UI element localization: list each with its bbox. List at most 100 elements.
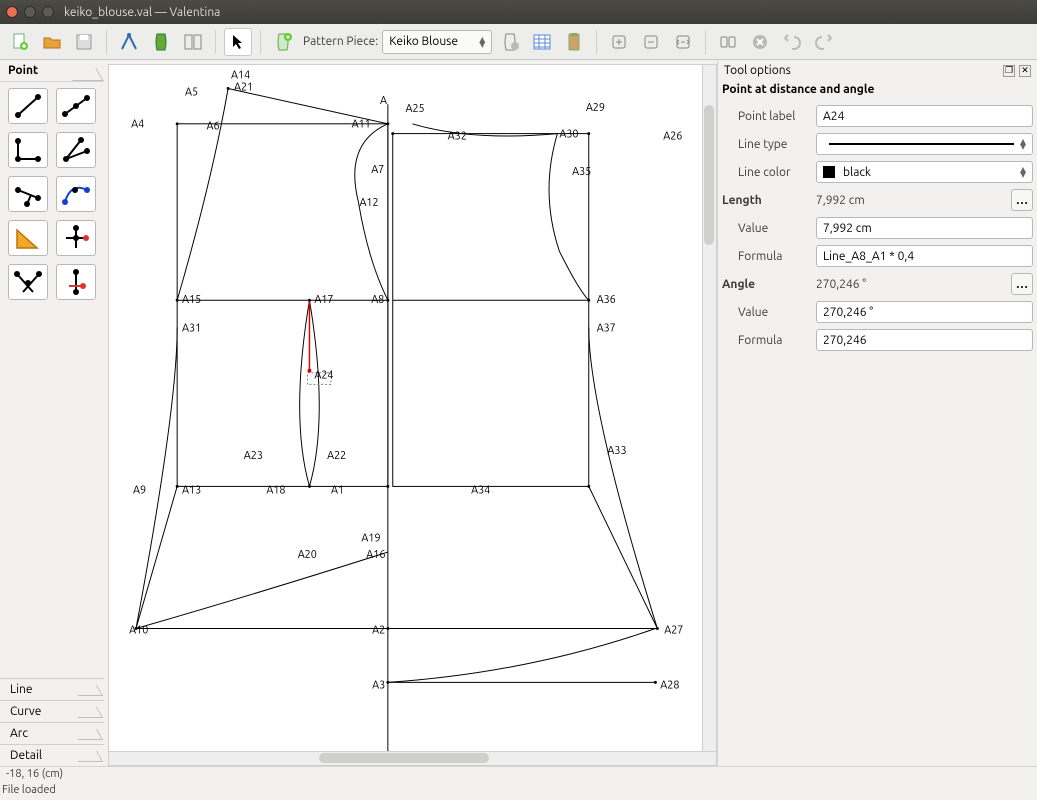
tab-detail[interactable]: Detail [0,744,104,766]
tool-triangle[interactable] [8,220,48,256]
chevron-updown-icon: ▴▾ [1020,139,1026,149]
window-close-button[interactable] [6,6,18,18]
panel-float-button[interactable]: ❐ [1003,65,1015,77]
point-label: A36 [597,294,616,306]
window-title: keiko_blouse.val — Valentina [64,6,220,19]
zoom-out-button[interactable] [637,28,665,56]
tool-category-header[interactable]: Point [0,60,104,82]
tool-point-line[interactable] [8,88,48,124]
tool-point-along[interactable] [56,88,96,124]
save-file-button[interactable] [70,28,98,56]
new-pattern-piece-button[interactable] [269,28,297,56]
point-label: A7 [371,164,384,176]
point-label: A30 [559,129,578,141]
point-label: A23 [244,450,263,462]
redo-button[interactable] [810,28,838,56]
pattern-piece-value: Keiko Blouse [389,35,458,48]
point-label: A24 [314,370,333,382]
pointer-tool-button[interactable] [224,28,252,56]
zoom-fit-button[interactable] [669,28,697,56]
table-button[interactable] [528,28,556,56]
tool-shoulder[interactable] [8,176,48,212]
point-label: A25 [406,103,425,115]
zoom-original-button[interactable] [714,28,742,56]
layout-mode-button[interactable] [179,28,207,56]
undo-button[interactable] [778,28,806,56]
point-label: A [380,95,387,107]
angle-value-input[interactable] [816,301,1033,323]
toolbar-separator [215,30,216,54]
chevron-updown-icon: ▴▾ [1020,167,1026,177]
open-file-button[interactable] [38,28,66,56]
tool-line-intersect[interactable] [8,264,48,300]
new-file-button[interactable] [6,28,34,56]
point-label: A31 [182,323,201,335]
point-label: A22 [327,450,346,462]
window-maximize-button[interactable] [42,6,54,18]
vertical-scrollbar[interactable] [703,64,717,752]
point-label: A20 [298,549,317,561]
pattern-piece-label: Pattern Piece: [303,35,378,48]
tab-line[interactable]: Line [0,678,104,700]
point-label: A19 [361,532,380,544]
point-label: A6 [207,121,220,133]
draw-mode-button[interactable] [115,28,143,56]
point-label: A1 [331,484,344,496]
angle-formula-input[interactable] [816,329,1033,351]
toolbar-separator [106,30,107,54]
scrollbar-thumb[interactable] [704,105,714,245]
point-label: A26 [663,130,682,142]
tool-name-label: Point at distance and angle [722,81,1033,102]
tool-bisector[interactable] [56,132,96,168]
length-formula-input[interactable] [816,245,1033,267]
point-label-input[interactable] [816,105,1033,127]
horizontal-scrollbar[interactable] [108,752,717,766]
tool-spline-point[interactable] [56,176,96,212]
angle-expand-button[interactable]: … [1011,273,1033,295]
tab-curve[interactable]: Curve [0,700,104,722]
line-type-label: Line type [722,138,810,151]
left-tool-panel: Point Line Curve Arc Detail [0,60,104,766]
config-pattern-button[interactable] [496,28,524,56]
titlebar: keiko_blouse.val — Valentina [0,0,1037,24]
point-label: A15 [182,294,201,306]
point-label: A10 [129,624,148,636]
stop-button[interactable] [746,28,774,56]
point-label: A21 [234,81,253,93]
pattern-piece-select[interactable]: Keiko Blouse ▴▾ [382,30,492,54]
angle-display: 270,246 ° [816,278,1005,291]
line-color-select[interactable]: black ▴▾ [816,161,1033,183]
toolbar-separator [705,30,706,54]
detail-mode-button[interactable] [147,28,175,56]
zoom-in-button[interactable] [605,28,633,56]
tab-arc[interactable]: Arc [0,722,104,744]
toolbar-separator [596,30,597,54]
line-type-select[interactable]: ▴▾ [816,133,1033,155]
length-formula-label: Formula [722,250,810,263]
length-value-label: Value [722,222,810,235]
window-minimize-button[interactable] [24,6,36,18]
status-message: File loaded [0,784,1037,800]
point-label: A18 [266,484,285,496]
tool-intersection[interactable] [56,220,96,256]
point-label: A29 [586,102,605,114]
drawing-canvas[interactable]: A5A14A21AA25A29A4A6A11A32A30A26A7A35A12A… [108,64,703,752]
length-value-input[interactable] [816,217,1033,239]
point-label: A14 [231,70,250,82]
main-toolbar: Pattern Piece: Keiko Blouse ▴▾ [0,24,1037,60]
line-color-value: black [843,166,871,179]
length-expand-button[interactable]: … [1011,189,1033,211]
panel-close-button[interactable]: ✕ [1019,65,1031,77]
tool-category-tabs: Line Curve Arc Detail [0,678,104,766]
main-area: Point Line Curve Arc Detail [0,60,1037,766]
point-label: A11 [352,119,371,131]
tool-normal[interactable] [8,132,48,168]
scrollbar-thumb[interactable] [319,753,489,763]
point-label: A12 [359,197,378,209]
tool-height-point[interactable] [56,264,96,300]
history-button[interactable] [560,28,588,56]
point-label: A32 [448,130,467,142]
angle-section-label: Angle [722,278,810,291]
point-label: A28 [660,679,679,691]
point-label: A35 [572,166,591,178]
